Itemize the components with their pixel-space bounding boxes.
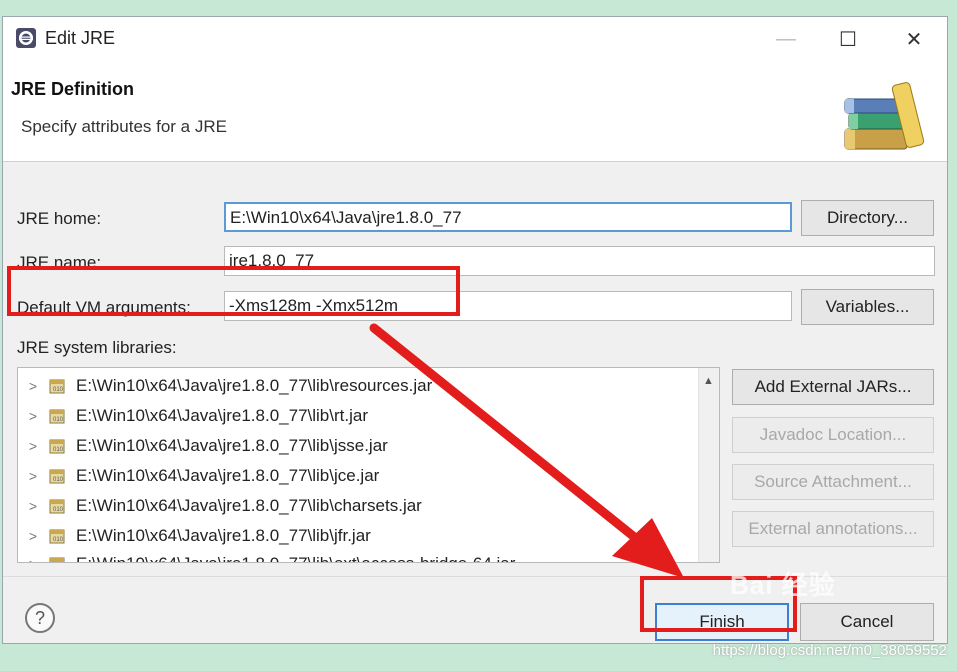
library-path: E:\Win10\x64\Java\jre1.8.0_77\lib\charse…: [76, 496, 422, 515]
list-item[interactable]: > 010 E:\Win10\x64\Java\jre1.8.0_77\lib\…: [18, 461, 379, 491]
library-path: E:\Win10\x64\Java\jre1.8.0_77\lib\jfr.ja…: [76, 526, 371, 545]
list-item[interactable]: > 010 E:\Win10\x64\Java\jre1.8.0_77\lib\…: [18, 401, 368, 431]
edit-jre-dialog: Edit JRE — ☐ ✕ JRE Definition Specify at…: [2, 16, 948, 644]
jar-icon: 010: [49, 409, 65, 424]
chevron-right-icon[interactable]: >: [18, 378, 48, 394]
external-annotations-button[interactable]: External annotations...: [732, 511, 934, 547]
help-icon[interactable]: ?: [25, 603, 55, 633]
javadoc-location-button[interactable]: Javadoc Location...: [732, 417, 934, 453]
jre-libraries-list[interactable]: > 010 E:\Win10\x64\Java\jre1.8.0_77\lib\…: [17, 367, 720, 563]
window-title: Edit JRE: [45, 28, 116, 48]
variables-button[interactable]: Variables...: [801, 289, 934, 325]
directory-button[interactable]: Directory...: [801, 200, 934, 236]
jar-icon: 010: [49, 379, 65, 394]
chevron-right-icon[interactable]: >: [18, 498, 48, 514]
jar-icon: 010: [49, 557, 65, 562]
list-item[interactable]: > 010 E:\Win10\x64\Java\jre1.8.0_77\lib\…: [18, 431, 388, 461]
baidu-watermark: Bai 经验: [730, 570, 836, 600]
jar-icon: 010: [49, 499, 65, 514]
jre-home-label: JRE home:: [17, 209, 102, 228]
svg-text:010: 010: [53, 477, 64, 483]
svg-text:010: 010: [53, 537, 64, 543]
wizard-header: JRE Definition Specify attributes for a …: [3, 61, 947, 162]
books-icon: [844, 82, 925, 150]
chevron-right-icon[interactable]: >: [18, 468, 48, 484]
source-attachment-button[interactable]: Source Attachment...: [732, 464, 934, 500]
header-subtitle: Specify attributes for a JRE: [21, 117, 227, 136]
library-path: E:\Win10\x64\Java\jre1.8.0_77\lib\ext\ac…: [76, 554, 515, 562]
maximize-button[interactable]: ☐: [825, 21, 871, 57]
list-item[interactable]: > 010 E:\Win10\x64\Java\jre1.8.0_77\lib\…: [18, 491, 422, 521]
list-item[interactable]: > 010 E:\Win10\x64\Java\jre1.8.0_77\lib\…: [18, 549, 515, 562]
vm-arguments-highlight: [7, 266, 460, 316]
chevron-right-icon[interactable]: >: [18, 528, 48, 544]
source-watermark: https://blog.csdn.net/m0_38059552: [712, 642, 947, 659]
jre-home-field[interactable]: E:\Win10\x64\Java\jre1.8.0_77: [224, 202, 792, 232]
chevron-right-icon[interactable]: >: [18, 438, 48, 454]
library-path: E:\Win10\x64\Java\jre1.8.0_77\lib\jce.ja…: [76, 466, 380, 485]
close-button[interactable]: ✕: [891, 21, 937, 57]
list-item[interactable]: > 010 E:\Win10\x64\Java\jre1.8.0_77\lib\…: [18, 521, 371, 551]
list-scrollbar[interactable]: ▲: [698, 368, 719, 562]
svg-text:010: 010: [53, 447, 64, 453]
library-path: E:\Win10\x64\Java\jre1.8.0_77\lib\rt.jar: [76, 406, 368, 425]
scroll-up-icon[interactable]: ▲: [703, 376, 715, 387]
jre-system-libraries-label: JRE system libraries:: [17, 338, 177, 357]
library-path: E:\Win10\x64\Java\jre1.8.0_77\lib\jsse.j…: [76, 436, 388, 455]
header-title: JRE Definition: [11, 79, 135, 99]
library-path: E:\Win10\x64\Java\jre1.8.0_77\lib\resour…: [76, 376, 433, 395]
svg-text:010: 010: [53, 387, 64, 393]
jar-icon: 010: [49, 439, 65, 454]
svg-text:010: 010: [53, 507, 64, 513]
add-external-jars-button[interactable]: Add External JARs...: [732, 369, 934, 405]
title-bar: Edit JRE — ☐ ✕: [3, 17, 947, 61]
jar-icon: 010: [49, 529, 65, 544]
eclipse-icon: [16, 28, 36, 48]
list-item[interactable]: > 010 E:\Win10\x64\Java\jre1.8.0_77\lib\…: [18, 371, 432, 401]
svg-text:010: 010: [53, 417, 64, 423]
minimize-button[interactable]: —: [763, 21, 809, 57]
chevron-right-icon[interactable]: >: [18, 408, 48, 424]
cancel-button[interactable]: Cancel: [800, 603, 934, 641]
jar-icon: 010: [49, 469, 65, 484]
chevron-right-icon[interactable]: >: [18, 556, 48, 562]
